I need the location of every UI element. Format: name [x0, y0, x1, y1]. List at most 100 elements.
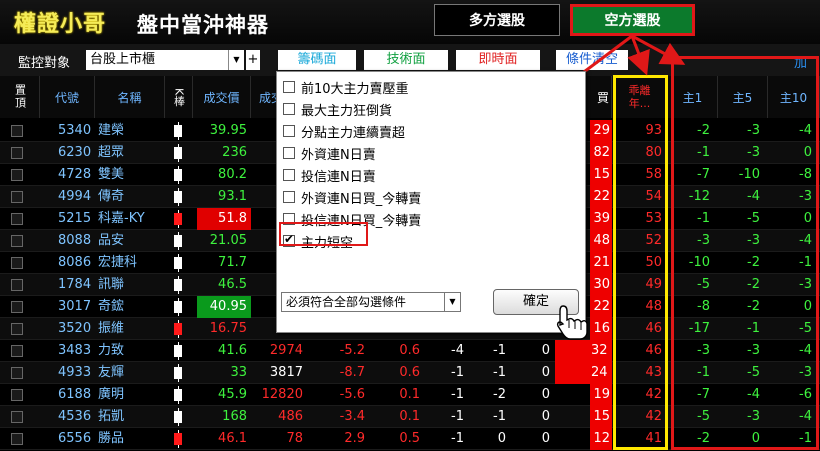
pin-checkbox[interactable]: [11, 301, 23, 313]
pin-checkbox[interactable]: [11, 213, 23, 225]
condition-label: 最大主力狂倒貨: [301, 103, 393, 119]
stock-code[interactable]: 5340: [58, 120, 94, 142]
stock-buysell: 16: [590, 318, 612, 340]
stock-buysell: 15: [590, 406, 612, 428]
pin-checkbox[interactable]: [11, 323, 23, 335]
stock-code[interactable]: 6556: [58, 428, 94, 450]
condition-checkbox[interactable]: [283, 125, 295, 137]
col-code[interactable]: 代號: [40, 76, 95, 118]
stock-price: 21.05: [209, 233, 247, 248]
stock-code[interactable]: 4536: [58, 406, 94, 428]
condition-option[interactable]: 最大主力狂倒貨: [283, 98, 392, 120]
stock-code[interactable]: 8088: [58, 230, 94, 252]
pin-checkbox[interactable]: [11, 191, 23, 203]
stock-name[interactable]: 品安: [98, 230, 164, 252]
condition-checkbox[interactable]: [283, 169, 295, 181]
stock-code[interactable]: 6188: [58, 384, 94, 406]
k-candle: [174, 235, 182, 247]
stock-name[interactable]: 振維: [98, 318, 164, 340]
condition-option[interactable]: 外資連N日買_今轉賣: [283, 186, 421, 208]
stock-name[interactable]: 雙美: [98, 164, 164, 186]
stock-name[interactable]: 奇鋐: [98, 296, 164, 318]
condition-option[interactable]: 分點主力連續賣超: [283, 120, 405, 142]
stock-b: -1: [493, 343, 506, 358]
condition-option[interactable]: 前10大主力賣壓重: [283, 76, 409, 98]
col-name[interactable]: 名稱: [95, 76, 165, 118]
col-pin[interactable]: 置頂: [0, 76, 40, 118]
stock-code[interactable]: 3520: [58, 318, 94, 340]
pin-checkbox[interactable]: [11, 411, 23, 423]
stock-name[interactable]: 傳奇: [98, 186, 164, 208]
stock-buysell: 22: [590, 186, 612, 208]
pin-checkbox[interactable]: [11, 257, 23, 269]
stock-price: 236: [222, 145, 247, 160]
stock-name[interactable]: 超眾: [98, 142, 164, 164]
col-pin-label: 置頂: [13, 84, 27, 110]
monitor-select[interactable]: 台股上市櫃 ▼: [86, 50, 244, 70]
stock-change: 2.9: [344, 431, 365, 446]
short-picks-button[interactable]: 空方選股: [570, 4, 695, 36]
stock-b: 0: [497, 431, 506, 446]
condition-checkbox[interactable]: [283, 81, 295, 93]
condition-option[interactable]: 外資連N日賣: [283, 142, 376, 164]
stock-code[interactable]: 4994: [58, 186, 94, 208]
pin-checkbox[interactable]: [11, 125, 23, 137]
add-button[interactable]: +: [246, 50, 260, 70]
tab-realtime[interactable]: 即時面: [456, 50, 540, 70]
match-mode-select[interactable]: 必須符合全部勾選條件 ▼: [281, 292, 461, 312]
condition-option[interactable]: 投信連N日賣: [283, 164, 376, 186]
stock-a: -1: [451, 431, 464, 446]
pin-checkbox[interactable]: [11, 367, 23, 379]
stock-name[interactable]: 拓凱: [98, 406, 164, 428]
pin-checkbox[interactable]: [11, 147, 23, 159]
stock-code[interactable]: 3483: [58, 340, 94, 362]
col-k-label: K棒: [172, 87, 186, 107]
stock-name[interactable]: 建榮: [98, 120, 164, 142]
stock-name[interactable]: 訊聯: [98, 274, 164, 296]
k-candle: [174, 125, 182, 137]
stock-code[interactable]: 5215: [58, 208, 94, 230]
pin-checkbox[interactable]: [11, 389, 23, 401]
stock-price: 80.2: [218, 167, 247, 182]
chevron-down-icon[interactable]: ▼: [228, 50, 244, 70]
condition-checkbox[interactable]: [283, 191, 295, 203]
stock-name[interactable]: 勝品: [98, 428, 164, 450]
stock-name[interactable]: 科嘉-KY: [98, 208, 164, 230]
stock-name[interactable]: 友輝: [98, 362, 164, 384]
pin-checkbox[interactable]: [11, 279, 23, 291]
stock-volume: 78: [286, 431, 303, 446]
chevron-down-icon[interactable]: ▼: [444, 293, 460, 311]
stock-buysell: 21: [590, 252, 612, 274]
stock-name[interactable]: 廣明: [98, 384, 164, 406]
stock-code[interactable]: 4728: [58, 164, 94, 186]
pin-checkbox[interactable]: [11, 169, 23, 181]
stock-buysell: 22: [590, 296, 612, 318]
stock-pct: 0.1: [399, 409, 420, 424]
long-picks-button[interactable]: 多方選股: [434, 4, 560, 36]
pin-checkbox[interactable]: [11, 433, 23, 445]
stock-code[interactable]: 4933: [58, 362, 94, 384]
tab-chip[interactable]: 籌碼面: [278, 50, 356, 70]
match-mode-value: 必須符合全部勾選條件: [286, 295, 407, 309]
pin-checkbox[interactable]: [11, 235, 23, 247]
stock-b: -1: [493, 365, 506, 380]
stock-name[interactable]: 力致: [98, 340, 164, 362]
stock-code[interactable]: 3017: [58, 296, 94, 318]
stock-code[interactable]: 1784: [58, 274, 94, 296]
condition-checkbox[interactable]: [283, 147, 295, 159]
condition-checkbox[interactable]: [283, 103, 295, 115]
col-k[interactable]: K棒: [165, 76, 193, 118]
stock-buysell: 19: [590, 384, 612, 406]
tab-technical[interactable]: 技術面: [364, 50, 448, 70]
clear-conditions-button[interactable]: 條件清空: [556, 50, 628, 70]
stock-c: 0: [541, 387, 550, 402]
pin-checkbox[interactable]: [11, 345, 23, 357]
stock-buysell: 32: [555, 340, 612, 362]
stock-code[interactable]: 8086: [58, 252, 94, 274]
k-candle: [174, 257, 182, 269]
stock-pct: 0.1: [399, 387, 420, 402]
stock-volume: 2974: [269, 343, 303, 358]
stock-name[interactable]: 宏捷科: [98, 252, 164, 274]
col-price[interactable]: 成交價: [193, 76, 251, 118]
stock-code[interactable]: 6230: [58, 142, 94, 164]
